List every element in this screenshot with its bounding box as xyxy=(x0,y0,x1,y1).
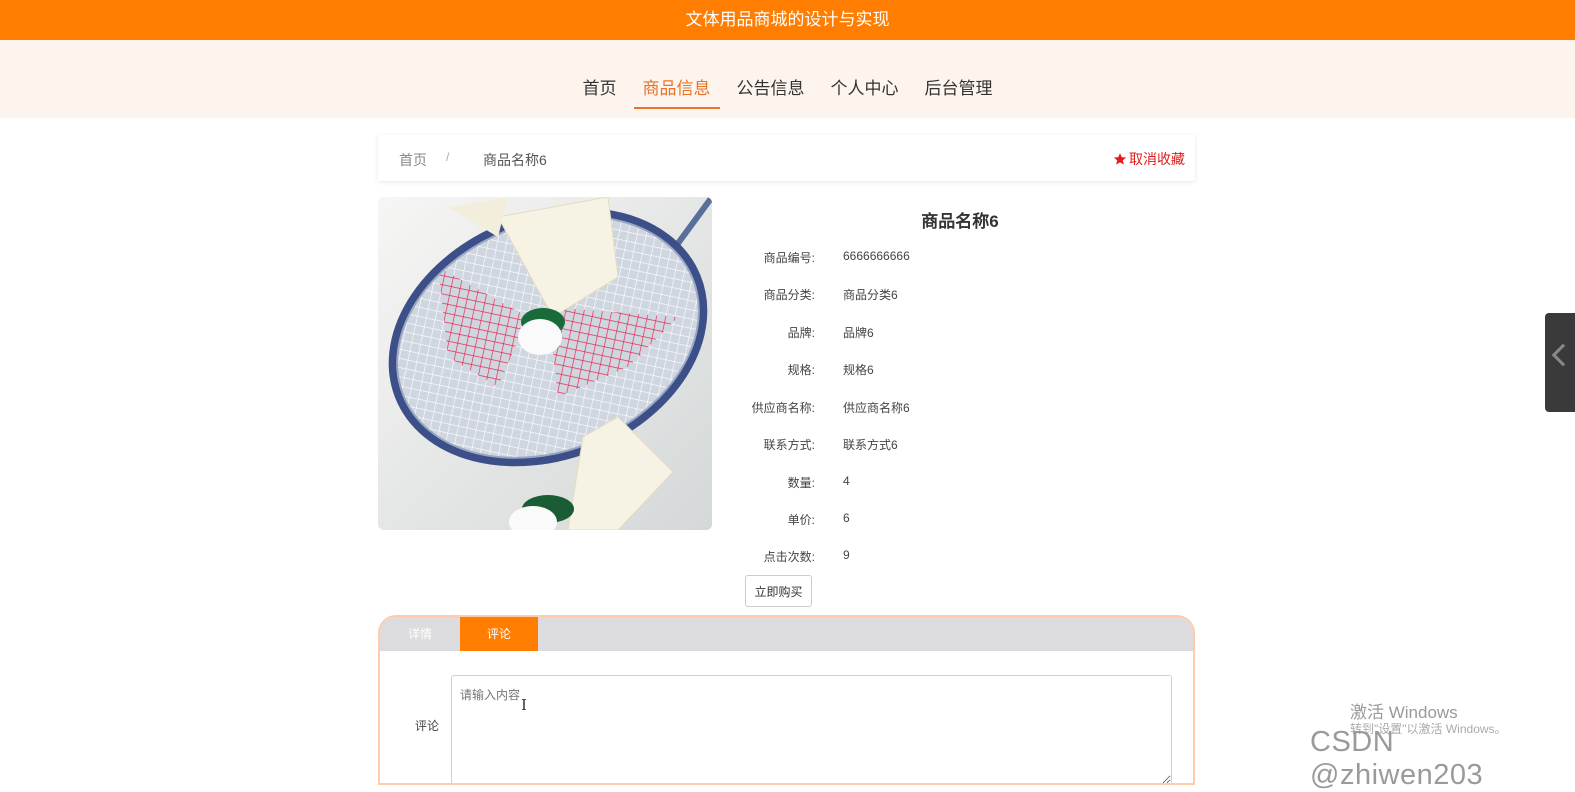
nav-item-profile[interactable]: 个人中心 xyxy=(822,51,908,107)
info-label: 商品分类: xyxy=(763,288,815,302)
tab-comments[interactable]: 评论 xyxy=(460,617,538,651)
main-nav: 首页 商品信息 公告信息 个人中心 后台管理 xyxy=(0,40,1575,118)
info-label: 数量: xyxy=(787,476,815,490)
info-value: 联系方式6 xyxy=(843,438,898,452)
nav-item-admin[interactable]: 后台管理 xyxy=(916,51,1002,107)
tab-details[interactable]: 详情 xyxy=(380,617,460,651)
text-cursor-icon: I xyxy=(521,696,527,714)
info-label: 供应商名称: xyxy=(751,401,815,415)
info-value: 供应商名称6 xyxy=(843,401,910,415)
breadcrumb-current: 商品名称6 xyxy=(483,152,547,168)
nav-item-products[interactable]: 商品信息 xyxy=(633,51,720,109)
info-value: 6 xyxy=(843,511,850,525)
side-drawer-toggle[interactable] xyxy=(1545,313,1575,412)
breadcrumb-home-link[interactable]: 首页 xyxy=(399,150,427,170)
info-row-clicks: 点击次数: 9 xyxy=(740,548,1140,568)
info-row-contact: 联系方式: 联系方式6 xyxy=(740,436,1140,456)
chevron-left-icon xyxy=(1551,343,1575,367)
unfavorite-label: 取消收藏 xyxy=(1129,151,1185,167)
comment-label: 评论 xyxy=(415,719,440,733)
nav-item-announcements[interactable]: 公告信息 xyxy=(728,51,814,107)
breadcrumb-separator: / xyxy=(446,150,450,164)
info-label: 点击次数: xyxy=(763,550,815,564)
info-row-supplier: 供应商名称: 供应商名称6 xyxy=(740,399,1140,419)
info-value: 商品分类6 xyxy=(843,288,898,302)
info-row-quantity: 数量: 4 xyxy=(740,474,1140,494)
info-label: 品牌: xyxy=(787,326,815,340)
info-label: 单价: xyxy=(787,513,815,527)
comment-input[interactable] xyxy=(451,675,1172,783)
info-value: 规格6 xyxy=(843,363,874,377)
info-label: 商品编号: xyxy=(763,251,815,265)
info-value: 4 xyxy=(843,474,850,488)
info-label: 规格: xyxy=(787,363,815,377)
detail-tabs: 详情 评论 评论 xyxy=(378,615,1195,785)
info-row-brand: 品牌: 品牌6 xyxy=(740,324,1140,344)
nav-item-home[interactable]: 首页 xyxy=(574,51,626,107)
site-title: 文体用品商城的设计与实现 xyxy=(0,0,1575,40)
info-label: 联系方式: xyxy=(763,438,815,452)
csdn-watermark: CSDN @zhiwen203 xyxy=(1310,726,1484,791)
info-value: 品牌6 xyxy=(843,326,874,340)
tab-bar: 详情 评论 xyxy=(380,617,1193,651)
unfavorite-button[interactable]: 取消收藏 xyxy=(1113,149,1185,169)
star-icon xyxy=(1113,153,1127,165)
breadcrumb: 首页 / 商品名称6 取消收藏 xyxy=(378,135,1195,181)
product-title: 商品名称6 xyxy=(921,212,999,231)
info-row-price: 单价: 6 xyxy=(740,511,1140,531)
info-row-category: 商品分类: 商品分类6 xyxy=(740,286,1140,306)
info-value: 6666666666 xyxy=(843,249,910,263)
info-value: 9 xyxy=(843,548,850,562)
info-row-spec: 规格: 规格6 xyxy=(740,361,1140,381)
product-image xyxy=(378,197,712,530)
buy-now-button[interactable]: 立即购买 xyxy=(745,575,812,607)
info-row-code: 商品编号: 6666666666 xyxy=(740,249,1140,269)
